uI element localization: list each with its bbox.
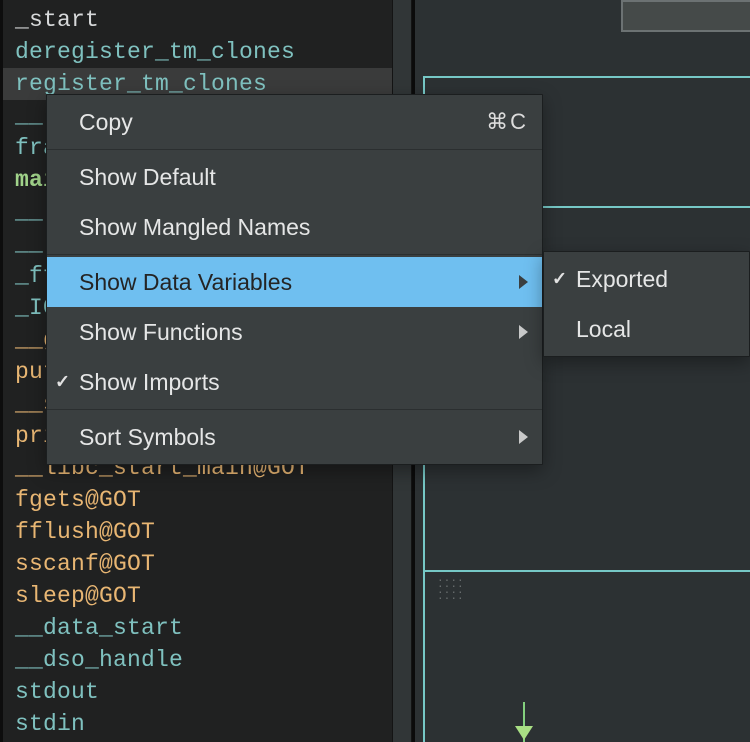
- check-icon: ✓: [552, 269, 567, 290]
- splitter-handle-icon[interactable]: ················: [438, 576, 465, 600]
- graph-node-fragment[interactable]: [621, 0, 750, 32]
- menu-item-label: Show Mangled Names: [79, 214, 528, 241]
- menu-item-label: Show Default: [79, 164, 528, 191]
- menu-separator: [47, 409, 542, 410]
- menu-item-show-functions[interactable]: Show Functions: [47, 307, 542, 357]
- symbol-row[interactable]: deregister_tm_clones: [3, 36, 392, 68]
- menu-separator: [47, 149, 542, 150]
- symbol-row[interactable]: sleep@GOT: [3, 580, 392, 612]
- menu-item-label: Copy: [79, 109, 486, 136]
- menu-shortcut: ⌘C: [486, 109, 528, 135]
- symbol-row[interactable]: stdout: [3, 676, 392, 708]
- menu-item-label: Show Data Variables: [79, 269, 519, 296]
- context-submenu: ✓ Exported Local: [543, 251, 750, 357]
- symbol-row[interactable]: __dso_handle: [3, 644, 392, 676]
- menu-item-label: Sort Symbols: [79, 424, 519, 451]
- symbol-row[interactable]: sscanf@GOT: [3, 548, 392, 580]
- menu-item-label: Show Imports: [79, 369, 528, 396]
- menu-item-sort-symbols[interactable]: Sort Symbols: [47, 412, 542, 462]
- menu-item-show-data-variables[interactable]: Show Data Variables: [47, 257, 542, 307]
- symbol-row[interactable]: fgets@GOT: [3, 484, 392, 516]
- menu-item-label: Show Functions: [79, 319, 519, 346]
- graph-edge-horizontal: [424, 76, 750, 78]
- symbol-row[interactable]: _start: [3, 4, 392, 36]
- menu-item-label: Exported: [576, 266, 735, 293]
- menu-separator: [47, 254, 542, 255]
- menu-item-show-default[interactable]: Show Default: [47, 152, 542, 202]
- symbol-row[interactable]: stdin: [3, 708, 392, 740]
- submenu-arrow-icon: [519, 430, 528, 444]
- submenu-item-local[interactable]: Local: [544, 304, 749, 354]
- submenu-item-exported[interactable]: ✓ Exported: [544, 254, 749, 304]
- submenu-arrow-icon: [519, 275, 528, 289]
- menu-item-copy[interactable]: Copy ⌘C: [47, 97, 542, 147]
- context-menu: Copy ⌘C Show Default Show Mangled Names …: [46, 94, 543, 465]
- menu-item-label: Local: [576, 316, 735, 343]
- graph-arrowhead-icon: [515, 726, 533, 740]
- menu-item-show-imports[interactable]: ✓ Show Imports: [47, 357, 542, 407]
- submenu-arrow-icon: [519, 325, 528, 339]
- symbol-row[interactable]: __data_start: [3, 612, 392, 644]
- symbol-row[interactable]: fflush@GOT: [3, 516, 392, 548]
- menu-item-show-mangled[interactable]: Show Mangled Names: [47, 202, 542, 252]
- check-icon: ✓: [55, 372, 70, 393]
- graph-edge-horizontal: [424, 570, 750, 572]
